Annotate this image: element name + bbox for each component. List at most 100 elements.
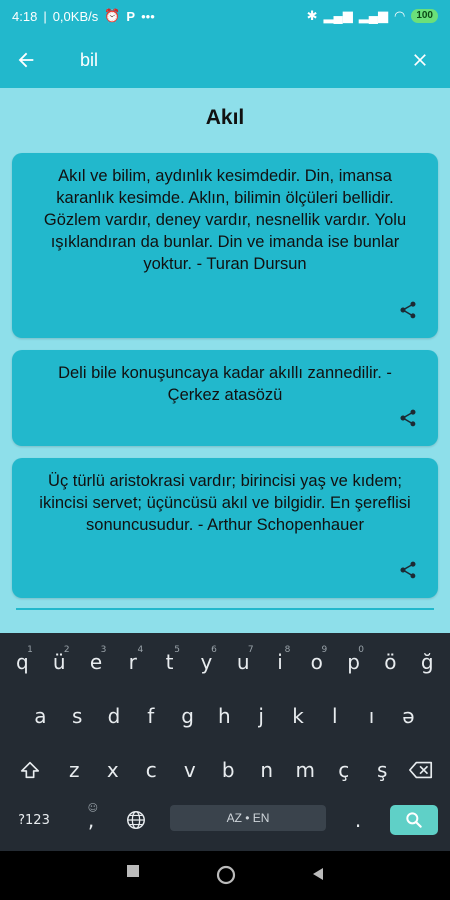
close-icon [414,54,426,66]
key-hint: 8 [284,645,291,655]
key-g[interactable]: g [169,697,206,735]
alarm-icon: ⏰ [104,8,121,23]
search-icon [406,812,422,828]
key-hint: 6 [211,645,217,655]
circle-icon [216,865,236,885]
key-h[interactable]: h [206,697,243,735]
shift-icon [20,761,40,779]
key-d[interactable]: d [96,697,133,735]
key-hint: 0 [358,645,364,655]
key-s[interactable]: s [59,697,96,735]
key-j[interactable]: j [243,697,280,735]
space-bar[interactable]: AZ • EN [170,805,326,831]
key-label: ə [402,704,415,728]
key-label: ç [338,758,350,782]
back-nav-button[interactable] [310,866,326,887]
more-notifications-icon: ••• [141,8,155,24]
quote-list: Akıl Akıl ve bilim, aydınlık kesimdedir.… [0,88,450,633]
key-c[interactable]: c [132,751,171,789]
key-ç[interactable]: ç [325,751,364,789]
arrow-left-icon [18,52,34,68]
share-button[interactable] [398,300,418,320]
key-label: ö [384,650,397,674]
category-title: Akıl [205,106,245,129]
key-n[interactable]: n [248,751,287,789]
key-a[interactable]: a [22,697,59,735]
key-label: n [260,758,274,782]
share-button[interactable] [398,408,418,428]
key-hint: 1 [27,645,33,655]
key-label: h [218,704,231,728]
key-e[interactable]: e3 [78,643,115,681]
key-p[interactable]: p0 [335,643,372,681]
key-ı[interactable]: ı [353,697,390,735]
key-ğ[interactable]: ğ [409,643,446,681]
key-z[interactable]: z [55,751,94,789]
triangle-back-icon [313,868,323,880]
search-app-bar: bil [0,32,450,88]
search-key[interactable] [390,805,438,835]
key-label: g [181,704,194,728]
wifi-icon: ◠ [393,8,406,23]
clear-search-button[interactable] [390,32,450,88]
key-hint: 5 [174,645,180,655]
key-k[interactable]: k [280,697,317,735]
shift-key[interactable] [8,751,52,789]
keyboard-row-3: z x c v b nmç ş [0,751,450,789]
key-ə[interactable]: ə [390,697,427,735]
key-l[interactable]: l [316,697,353,735]
key-x[interactable]: x [94,751,133,789]
globe-icon [127,811,145,829]
key-m[interactable]: m [286,751,325,789]
comma-key[interactable]: , ☺ [72,801,110,839]
backspace-key[interactable] [398,751,444,789]
quote-text: Üç türlü aristokrasi vardır; birincisi y… [39,472,411,534]
key-u[interactable]: u7 [225,643,262,681]
key-label: l [332,704,338,728]
key-label: s [71,704,83,728]
key-label: ş [377,758,388,782]
key-label: z [69,758,80,782]
search-input[interactable]: bil [80,50,390,71]
key-q[interactable]: q1 [4,643,41,681]
status-bar: 4:18 | 0,0KB/s ⏰ P ••• ✱ ▂▄▆ ▂▄▆ ◠ 100 [0,0,450,32]
key-ü[interactable]: ü2 [41,643,78,681]
key-ö[interactable]: ö [372,643,409,681]
key-r[interactable]: r4 [114,643,151,681]
keyboard-row-1: q1ü2e3r4t5y6u7i8o9p0öğ [0,643,450,681]
key-label: t [165,650,174,674]
key-b[interactable]: b [209,751,248,789]
symbols-key[interactable]: ?123 [6,801,62,839]
parking-icon: P [126,8,136,24]
system-nav-bar [0,851,450,900]
back-button[interactable] [0,32,52,88]
key-o[interactable]: o9 [298,643,335,681]
period-key[interactable]: . [340,801,376,839]
key-label: ı [368,704,375,728]
quote-text: Akıl ve bilim, aydınlık kesimdedir. Din,… [43,167,407,273]
key-hint: 2 [63,645,70,655]
share-icon [400,561,416,579]
recents-button[interactable] [125,863,141,884]
key-label: x [106,758,119,782]
key-label: k [292,704,304,728]
key-v[interactable]: v [171,751,210,789]
key-i[interactable]: i8 [262,643,299,681]
signal-icon-2: ▂▄▆ [358,8,388,23]
language-key[interactable] [116,801,156,839]
home-button[interactable] [215,864,237,891]
key-label: m [295,758,315,782]
key-f[interactable]: f [132,697,169,735]
key-hint: 7 [247,645,254,655]
quote-text: Deli bile konuşuncaya kadar akıllı zanne… [58,364,392,404]
key-ş[interactable]: ş [363,751,402,789]
key-t[interactable]: t5 [151,643,188,681]
key-label: i [277,650,283,674]
share-icon [400,409,416,427]
share-button[interactable] [398,560,418,580]
quote-card: Deli bile konuşuncaya kadar akıllı zanne… [12,350,438,446]
battery-badge: 100 [411,9,438,23]
key-label: b [221,758,235,782]
key-y[interactable]: y6 [188,643,225,681]
backspace-icon [409,761,433,779]
